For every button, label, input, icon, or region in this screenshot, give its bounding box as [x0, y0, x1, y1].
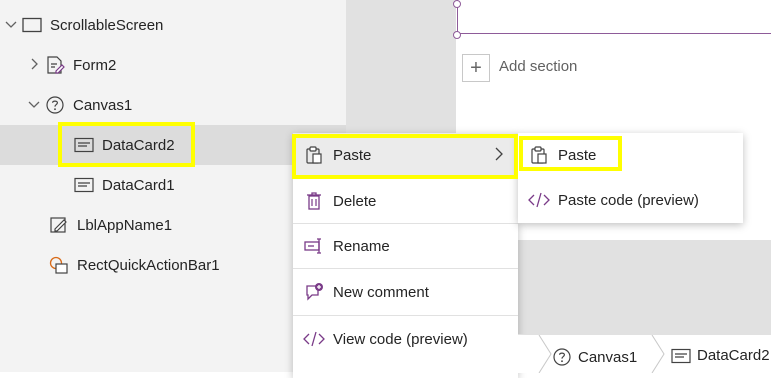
highlight-submenu-paste — [519, 136, 622, 171]
menu-divider — [293, 315, 518, 316]
highlight-datacard2 — [58, 122, 195, 167]
menu-item-new-comment[interactable]: New comment — [293, 270, 518, 314]
breadcrumb: Canvas1 DataCard2 — [518, 334, 771, 373]
tree-item-form2[interactable]: Form2 — [0, 45, 116, 85]
screen-icon — [22, 16, 42, 34]
add-section-button[interactable]: + — [462, 54, 490, 82]
comment-icon — [303, 282, 325, 302]
plus-icon: + — [470, 56, 482, 79]
help-circle-icon — [552, 347, 572, 367]
submenu-item-label: Paste code (preview) — [558, 191, 699, 209]
tree-item-datacard1[interactable]: DataCard1 — [0, 165, 175, 205]
code-icon — [528, 192, 550, 208]
shapes-icon — [49, 256, 69, 274]
form-icon — [45, 56, 65, 74]
menu-item-label: View code (preview) — [333, 330, 468, 348]
rename-icon — [303, 238, 325, 254]
resize-handle[interactable] — [453, 0, 461, 8]
menu-item-label: Rename — [333, 237, 390, 255]
menu-item-view-code[interactable]: View code (preview) — [293, 317, 518, 361]
menu-item-label: Delete — [333, 192, 377, 210]
tree-item-label: Canvas1 — [73, 96, 133, 114]
breadcrumb-item-canvas1[interactable]: Canvas1 — [552, 347, 637, 367]
highlight-menu-paste — [292, 134, 518, 179]
tree-item-lblappname1[interactable]: LblAppName1 — [0, 205, 172, 245]
tree-item-label: Form2 — [73, 56, 117, 74]
breadcrumb-label: DataCard2 — [697, 347, 770, 364]
tree-item-label: LblAppName1 — [77, 216, 173, 234]
menu-item-delete[interactable]: Delete — [293, 179, 518, 223]
breadcrumb-separator-icon — [538, 335, 552, 373]
menu-item-rename[interactable]: Rename — [293, 224, 518, 268]
tree-item-canvas1[interactable]: Canvas1 — [0, 85, 132, 125]
chevron-down-icon[interactable] — [4, 18, 18, 33]
chevron-right-icon[interactable] — [27, 58, 41, 73]
datacard-icon — [671, 348, 691, 364]
resize-handle[interactable] — [453, 31, 461, 39]
trash-icon — [303, 191, 325, 211]
tree-item-label: RectQuickActionBar1 — [77, 256, 220, 274]
help-circle-icon — [45, 96, 65, 114]
tree-item-label: DataCard1 — [102, 176, 175, 194]
tree-item-rectquickactionbar1[interactable]: RectQuickActionBar1 — [0, 245, 220, 285]
breadcrumb-label: Canvas1 — [578, 348, 638, 366]
edit-label-icon — [49, 216, 69, 234]
submenu-item-paste-code[interactable]: Paste code (preview) — [518, 178, 743, 222]
code-icon — [303, 331, 325, 347]
menu-divider — [293, 268, 518, 269]
chevron-down-icon[interactable] — [27, 98, 41, 113]
breadcrumb-separator-icon — [651, 335, 665, 373]
tree-item-label: ScrollableScreen — [50, 16, 164, 34]
menu-item-label: New comment — [333, 283, 429, 301]
breadcrumb-item-datacard2[interactable]: DataCard2 — [671, 347, 770, 364]
add-section-label[interactable]: Add section — [499, 58, 577, 75]
tree-item-scrollablescreen[interactable]: ScrollableScreen — [0, 5, 163, 45]
datacard-icon — [74, 176, 94, 194]
form-section-box[interactable] — [457, 0, 771, 34]
